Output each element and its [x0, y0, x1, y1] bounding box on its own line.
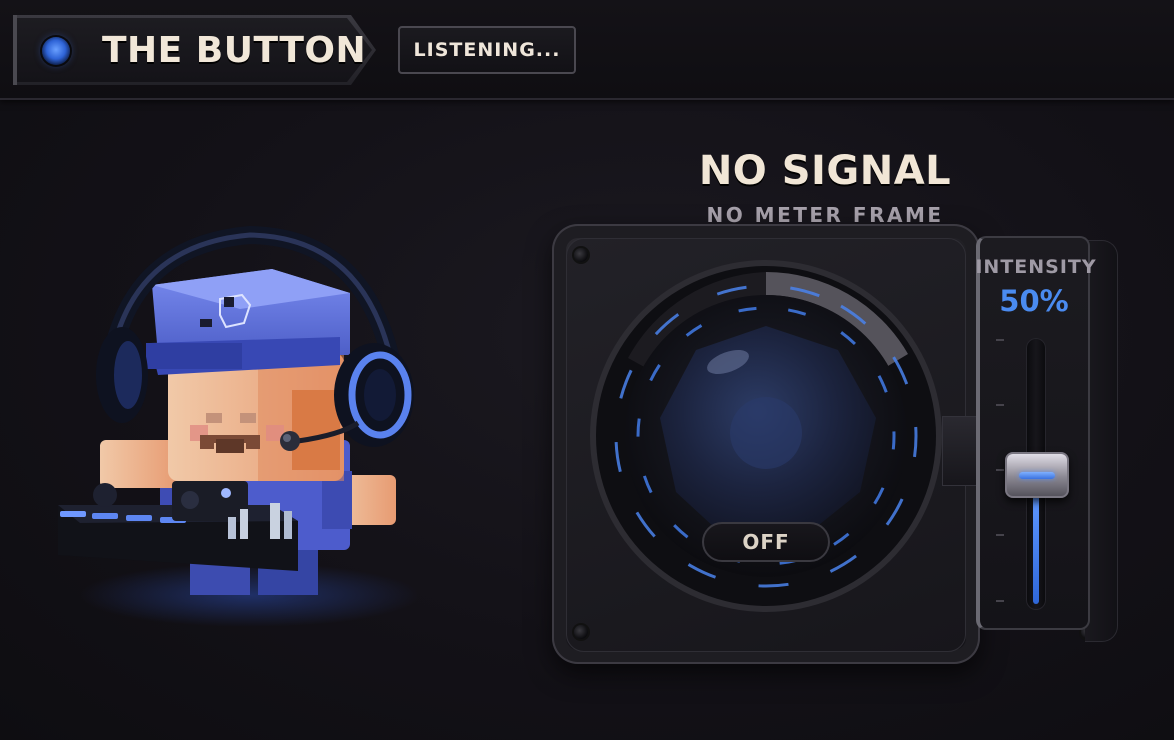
- title-plate-edge: [13, 15, 17, 85]
- power-off-button[interactable]: OFF: [702, 522, 830, 562]
- dj-mascot-icon: [58, 225, 420, 627]
- status-led-icon: [42, 37, 70, 65]
- screw-icon: [574, 248, 588, 262]
- slider-tick: [996, 469, 1004, 471]
- slider-tick: [996, 600, 1004, 602]
- screw-icon: [574, 625, 588, 639]
- app-title: THE BUTTON: [102, 30, 367, 71]
- intensity-slider-handle[interactable]: [1005, 452, 1069, 498]
- intensity-slider-fill: [1033, 495, 1039, 604]
- intensity-value: 50%: [999, 284, 1069, 318]
- slider-handle-indicator: [1019, 472, 1055, 479]
- slider-tick: [996, 404, 1004, 406]
- intensity-label: INTENSITY: [975, 256, 1097, 278]
- slider-tick: [996, 534, 1004, 536]
- slider-tick: [996, 339, 1004, 341]
- signal-status-title: NO SIGNAL: [698, 148, 952, 194]
- listening-status-button[interactable]: LISTENING...: [398, 26, 576, 74]
